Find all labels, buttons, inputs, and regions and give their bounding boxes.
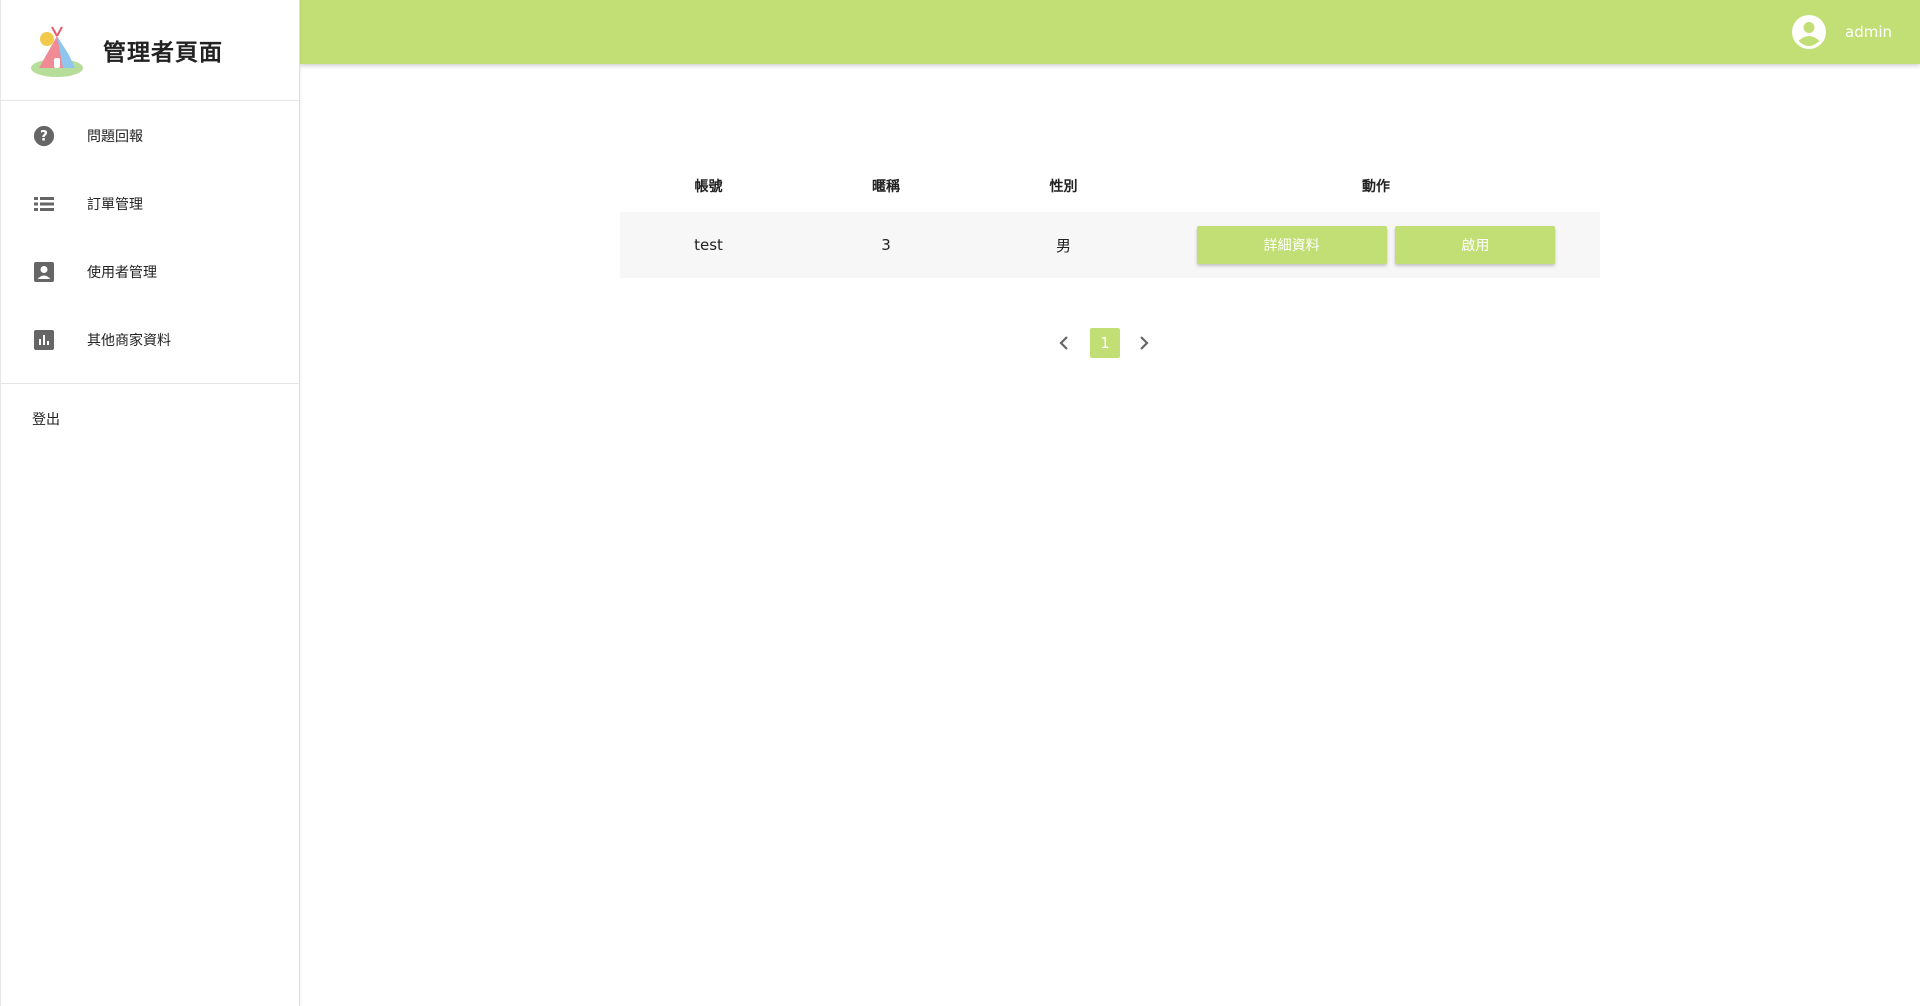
- cell-account: test: [694, 236, 723, 254]
- chevron-right-icon[interactable]: [1132, 328, 1156, 358]
- top-bar: admin: [300, 0, 1920, 64]
- sidebar-item-other-merchants[interactable]: 其他商家資料: [1, 306, 299, 374]
- column-header-nickname: 暱稱: [872, 179, 900, 195]
- table-header: 帳號 暱稱 性別 動作: [620, 160, 1600, 212]
- pagination: 1: [1052, 328, 1156, 358]
- sidebar-item-orders[interactable]: 訂單管理: [1, 170, 299, 238]
- sidebar-item-issue-report[interactable]: ? 問題回報: [1, 102, 299, 170]
- logout-link[interactable]: 登出: [1, 384, 299, 454]
- column-header-gender: 性別: [1049, 179, 1078, 195]
- brand-header: 管理者頁面: [1, 0, 299, 101]
- tent-logo-icon: [31, 26, 83, 77]
- sidebar: 管理者頁面 ? 問題回報 訂單管理 使用者管理 其他商家資料 登出: [0, 0, 300, 1006]
- sidebar-item-label: 問題回報: [87, 129, 143, 145]
- users-table: 帳號 暱稱 性別 動作 test 3 男 詳細資料 啟用: [620, 160, 1600, 278]
- list-icon: [33, 193, 55, 215]
- sidebar-item-label: 訂單管理: [87, 197, 143, 213]
- username: admin: [1845, 23, 1892, 41]
- column-header-action: 動作: [1362, 179, 1390, 195]
- sidebar-item-users[interactable]: 使用者管理: [1, 238, 299, 306]
- cell-actions: 詳細資料 啟用: [1152, 226, 1600, 264]
- account-box-icon: [33, 261, 55, 283]
- user-menu[interactable]: admin: [1791, 14, 1892, 50]
- app-title: 管理者頁面: [103, 40, 223, 66]
- bar-chart-icon: [33, 329, 55, 351]
- sidebar-item-label: 使用者管理: [87, 265, 157, 281]
- enable-button[interactable]: 啟用: [1395, 226, 1556, 264]
- sidebar-nav: ? 問題回報 訂單管理 使用者管理 其他商家資料: [1, 102, 299, 384]
- svg-text:?: ?: [40, 129, 48, 145]
- detail-button[interactable]: 詳細資料: [1196, 226, 1387, 264]
- sidebar-item-label: 其他商家資料: [87, 333, 171, 349]
- table-row: test 3 男 詳細資料 啟用: [620, 212, 1600, 278]
- account-circle-icon: [1792, 15, 1826, 49]
- help-circle-icon: ?: [33, 125, 55, 147]
- column-header-account: 帳號: [694, 179, 723, 195]
- page-number-button[interactable]: 1: [1090, 328, 1120, 358]
- cell-gender: 男: [1055, 236, 1071, 255]
- cell-nickname: 3: [881, 236, 891, 254]
- chevron-left-icon[interactable]: [1052, 328, 1076, 358]
